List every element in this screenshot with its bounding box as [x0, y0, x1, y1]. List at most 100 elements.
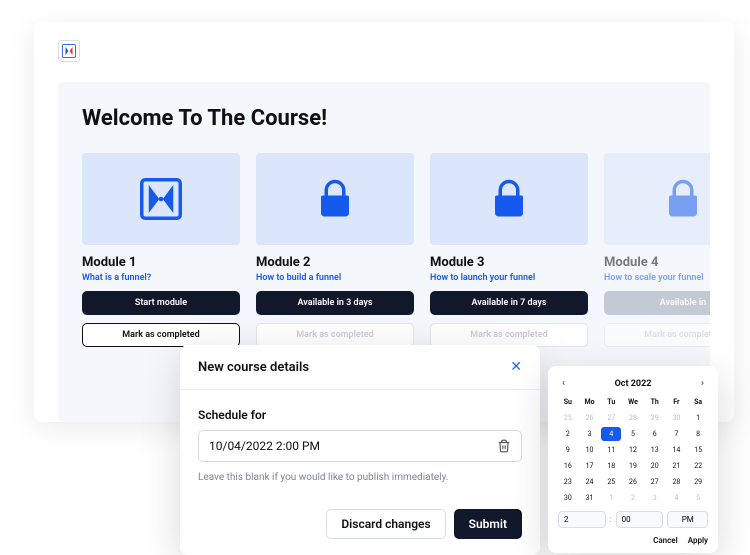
calendar-day[interactable]: 5: [623, 427, 643, 441]
calendar-day[interactable]: 1: [601, 491, 621, 505]
calendar-day[interactable]: 11: [601, 443, 621, 457]
lock-icon: [488, 178, 530, 220]
calendar-day[interactable]: 24: [580, 475, 600, 489]
module-card: Module 1 What is a funnel? Start module Mar…: [82, 153, 240, 347]
calendar-day[interactable]: 25: [558, 411, 578, 425]
modules-row: Module 1 What is a funnel? Start module Mar…: [82, 153, 686, 347]
module-title: Module 4: [604, 255, 710, 270]
trash-icon[interactable]: [497, 439, 511, 453]
module-card: Module 3 How to launch your funnel Availab…: [430, 153, 588, 347]
calendar-day[interactable]: 20: [645, 459, 665, 473]
modal-title: New course details: [198, 360, 309, 375]
calendar-day[interactable]: 14: [667, 443, 687, 457]
calendar-day[interactable]: 10: [580, 443, 600, 457]
module-primary-button[interactable]: Available in 7 days: [430, 291, 588, 315]
page-title: Welcome To The Course!: [82, 106, 686, 131]
schedule-value: 10/04/2022 2:00 PM: [209, 439, 320, 453]
module-primary-button[interactable]: Available in 3 days: [256, 291, 414, 315]
calendar-day[interactable]: 13: [645, 443, 665, 457]
module-thumb: [82, 153, 240, 245]
calendar-day[interactable]: 27: [601, 411, 621, 425]
module-thumb: [604, 153, 710, 245]
calendar-day[interactable]: 8: [688, 427, 708, 441]
calendar-day[interactable]: 2: [558, 427, 578, 441]
time-hour-input[interactable]: 2: [558, 511, 606, 528]
close-icon[interactable]: ✕: [510, 359, 522, 375]
calendar-day[interactable]: 30: [667, 411, 687, 425]
calendar-day[interactable]: 18: [601, 459, 621, 473]
module-subtitle[interactable]: What is a funnel?: [82, 273, 240, 283]
calendar-day[interactable]: 26: [580, 411, 600, 425]
calendar-day[interactable]: 29: [688, 475, 708, 489]
app-logo: [58, 40, 80, 62]
calendar-day[interactable]: 22: [688, 459, 708, 473]
module-secondary-button: Mark as completed: [430, 323, 588, 347]
calendar-day[interactable]: 5: [688, 491, 708, 505]
calendar-day[interactable]: 26: [623, 475, 643, 489]
datepicker-apply[interactable]: Apply: [688, 536, 708, 545]
calendar-dow: We: [623, 395, 643, 409]
module-secondary-button: Mark as completed: [604, 323, 710, 347]
module-title: Module 3: [430, 255, 588, 270]
module-subtitle[interactable]: How to scale your funnel: [604, 273, 710, 283]
datepicker-header: ‹ Oct 2022 ›: [558, 376, 708, 391]
calendar-day[interactable]: 28: [667, 475, 687, 489]
module-thumb: [430, 153, 588, 245]
module-title: Module 1: [82, 255, 240, 270]
calendar-day[interactable]: 21: [667, 459, 687, 473]
calendar-day[interactable]: 6: [645, 427, 665, 441]
module-thumb: [256, 153, 414, 245]
calendar-day[interactable]: 4: [601, 427, 621, 441]
lock-icon: [662, 178, 704, 220]
module-title: Module 2: [256, 255, 414, 270]
module-subtitle[interactable]: How to launch your funnel: [430, 273, 588, 283]
modal-footer: Discard changes Submit: [180, 497, 540, 555]
chevron-left-icon[interactable]: ‹: [558, 376, 569, 391]
calendar-dow: Tu: [601, 395, 621, 409]
module-secondary-button[interactable]: Mark as completed: [82, 323, 240, 347]
calendar-day[interactable]: 2: [623, 491, 643, 505]
modal-header: New course details ✕: [180, 345, 540, 390]
lock-icon: [314, 178, 356, 220]
calendar-day[interactable]: 27: [645, 475, 665, 489]
funnel-logo-icon: [62, 44, 76, 58]
calendar-day[interactable]: 31: [580, 491, 600, 505]
datepicker-cancel[interactable]: Cancel: [653, 536, 678, 545]
modal-body: Schedule for 10/04/2022 2:00 PM Leave th…: [180, 390, 540, 497]
calendar-day[interactable]: 17: [580, 459, 600, 473]
module-card: Module 2 How to build a funnel Available i…: [256, 153, 414, 347]
calendar-day[interactable]: 30: [558, 491, 578, 505]
calendar-day[interactable]: 3: [580, 427, 600, 441]
calendar-day[interactable]: 9: [558, 443, 578, 457]
module-primary-button[interactable]: Available in: [604, 291, 710, 315]
calendar-dow: Th: [645, 395, 665, 409]
module-primary-button[interactable]: Start module: [82, 291, 240, 315]
schedule-input[interactable]: 10/04/2022 2:00 PM: [198, 430, 522, 462]
calendar-dow: Fr: [667, 395, 687, 409]
calendar-day[interactable]: 23: [558, 475, 578, 489]
datepicker: ‹ Oct 2022 › SuMoTuWeThFrSa2526272829301…: [548, 366, 718, 553]
calendar-day[interactable]: 15: [688, 443, 708, 457]
calendar-day[interactable]: 19: [623, 459, 643, 473]
calendar-day[interactable]: 28: [623, 411, 643, 425]
schedule-helper: Leave this blank if you would like to pu…: [198, 472, 522, 483]
time-meridiem-input[interactable]: PM: [667, 511, 708, 528]
schedule-label: Schedule for: [198, 408, 522, 422]
calendar-dow: Su: [558, 395, 578, 409]
calendar-day[interactable]: 7: [667, 427, 687, 441]
datepicker-time: 2 : 00 PM: [558, 511, 708, 528]
submit-button[interactable]: Submit: [454, 509, 522, 539]
calendar-day[interactable]: 29: [645, 411, 665, 425]
module-secondary-button: Mark as completed: [256, 323, 414, 347]
calendar-day[interactable]: 12: [623, 443, 643, 457]
module-card: Module 4 How to scale your funnel Availabl…: [604, 153, 710, 347]
calendar-day[interactable]: 1: [688, 411, 708, 425]
calendar-day[interactable]: 3: [645, 491, 665, 505]
calendar-day[interactable]: 25: [601, 475, 621, 489]
chevron-right-icon[interactable]: ›: [697, 376, 708, 391]
module-subtitle[interactable]: How to build a funnel: [256, 273, 414, 283]
time-minute-input[interactable]: 00: [616, 511, 664, 528]
discard-button[interactable]: Discard changes: [326, 509, 445, 539]
calendar-day[interactable]: 4: [667, 491, 687, 505]
calendar-day[interactable]: 16: [558, 459, 578, 473]
